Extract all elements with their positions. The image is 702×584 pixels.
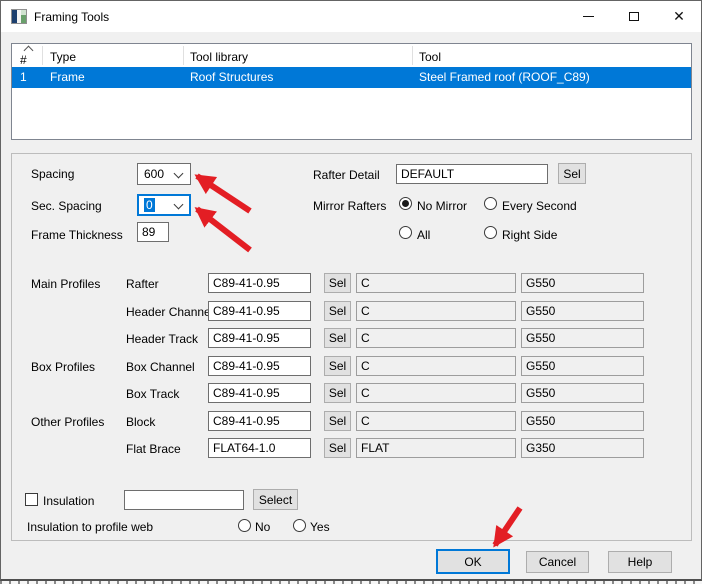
profile-shape-field[interactable] bbox=[356, 411, 516, 431]
radio-right-side-label: Right Side bbox=[502, 228, 557, 242]
radio-every-second-label: Every Second bbox=[502, 199, 577, 213]
radio-no-mirror[interactable] bbox=[399, 197, 412, 210]
profile-sel-button[interactable]: Sel bbox=[324, 411, 351, 431]
profile-sel-button[interactable]: Sel bbox=[324, 301, 351, 321]
tool-list-header: # Type Tool library Tool bbox=[12, 44, 691, 67]
ok-button[interactable]: OK bbox=[436, 549, 510, 574]
sec-spacing-value: 0 bbox=[144, 198, 155, 212]
profile-sel-button[interactable]: Sel bbox=[324, 356, 351, 376]
group-label-box-profiles: Box Profiles bbox=[31, 360, 95, 374]
column-divider bbox=[42, 46, 43, 65]
column-divider bbox=[412, 46, 413, 65]
minimize-icon bbox=[583, 16, 594, 17]
radio-every-second[interactable] bbox=[484, 197, 497, 210]
chevron-down-icon bbox=[174, 169, 184, 179]
profile-row-label: Box Track bbox=[126, 387, 179, 401]
profile-row-label: Box Channel bbox=[126, 360, 195, 374]
frame-thickness-label: Frame Thickness bbox=[31, 228, 123, 242]
column-header-num[interactable]: # bbox=[20, 53, 27, 67]
profile-row-label: Header Channel bbox=[126, 305, 213, 319]
sec-spacing-label: Sec. Spacing bbox=[31, 199, 102, 213]
profile-grade-field[interactable] bbox=[521, 411, 644, 431]
chevron-down-icon bbox=[174, 200, 184, 210]
title-bar[interactable]: Framing Tools ✕ bbox=[1, 1, 701, 32]
insulation-checkbox[interactable] bbox=[25, 493, 38, 506]
profile-row-label: Rafter bbox=[126, 277, 159, 291]
profile-shape-field[interactable] bbox=[356, 301, 516, 321]
radio-right-side[interactable] bbox=[484, 226, 497, 239]
profile-field[interactable] bbox=[208, 438, 311, 458]
column-header-type[interactable]: Type bbox=[50, 50, 76, 64]
profile-field[interactable] bbox=[208, 328, 311, 348]
rafter-detail-field[interactable] bbox=[396, 164, 548, 184]
profile-shape-field[interactable] bbox=[356, 328, 516, 348]
dialog-window: Framing Tools ✕ # Type Tool library Tool… bbox=[0, 0, 702, 581]
profile-row-label: Block bbox=[126, 415, 155, 429]
profile-grade-field[interactable] bbox=[521, 438, 644, 458]
profile-shape-field[interactable] bbox=[356, 438, 516, 458]
radio-all[interactable] bbox=[399, 226, 412, 239]
profile-grade-field[interactable] bbox=[521, 301, 644, 321]
column-divider bbox=[183, 46, 184, 65]
framing-tools-dialog: Framing Tools ✕ # Type Tool library Tool… bbox=[0, 0, 702, 584]
insulation-field[interactable] bbox=[124, 490, 244, 510]
profile-row-label: Header Track bbox=[126, 332, 198, 346]
profile-shape-field[interactable] bbox=[356, 273, 516, 293]
profile-shape-field[interactable] bbox=[356, 383, 516, 403]
maximize-icon bbox=[629, 12, 639, 21]
rafter-detail-label: Rafter Detail bbox=[313, 168, 380, 182]
radio-all-label: All bbox=[417, 228, 430, 242]
profile-grade-field[interactable] bbox=[521, 328, 644, 348]
group-label-other-profiles: Other Profiles bbox=[31, 415, 104, 429]
table-row[interactable]: 1 Frame Roof Structures Steel Framed roo… bbox=[12, 67, 691, 88]
profile-grade-field[interactable] bbox=[521, 273, 644, 293]
window-title: Framing Tools bbox=[34, 10, 109, 24]
insulation-select-button[interactable]: Select bbox=[253, 489, 298, 510]
profile-grade-field[interactable] bbox=[521, 356, 644, 376]
profile-field[interactable] bbox=[208, 356, 311, 376]
frame-thickness-field[interactable] bbox=[137, 222, 169, 242]
radio-web-yes-label: Yes bbox=[310, 520, 330, 534]
column-header-library[interactable]: Tool library bbox=[190, 50, 248, 64]
insulation-web-label: Insulation to profile web bbox=[27, 520, 153, 534]
group-label-main-profiles: Main Profiles bbox=[31, 277, 100, 291]
cell-library: Roof Structures bbox=[190, 70, 273, 84]
profile-field[interactable] bbox=[208, 411, 311, 431]
profile-field[interactable] bbox=[208, 301, 311, 321]
insulation-label: Insulation bbox=[43, 494, 94, 508]
radio-web-yes[interactable] bbox=[293, 519, 306, 532]
profile-field[interactable] bbox=[208, 273, 311, 293]
radio-web-no[interactable] bbox=[238, 519, 251, 532]
cancel-button[interactable]: Cancel bbox=[526, 551, 589, 573]
cell-tool: Steel Framed roof (ROOF_C89) bbox=[419, 70, 590, 84]
profile-shape-field[interactable] bbox=[356, 356, 516, 376]
profile-field[interactable] bbox=[208, 383, 311, 403]
profile-sel-button[interactable]: Sel bbox=[324, 383, 351, 403]
sec-spacing-dropdown[interactable]: 0 bbox=[137, 194, 191, 216]
profile-sel-button[interactable]: Sel bbox=[324, 438, 351, 458]
minimize-button[interactable] bbox=[565, 1, 611, 32]
maximize-button[interactable] bbox=[611, 1, 657, 32]
tool-list: # Type Tool library Tool 1 Frame Roof St… bbox=[11, 43, 692, 140]
radio-web-no-label: No bbox=[255, 520, 270, 534]
column-header-tool[interactable]: Tool bbox=[419, 50, 441, 64]
profile-row-label: Flat Brace bbox=[126, 442, 181, 456]
cell-num: 1 bbox=[20, 70, 27, 84]
mirror-rafters-label: Mirror Rafters bbox=[313, 199, 386, 213]
radio-no-mirror-label: No Mirror bbox=[417, 199, 467, 213]
cell-type: Frame bbox=[50, 70, 85, 84]
app-icon bbox=[11, 9, 27, 24]
profile-sel-button[interactable]: Sel bbox=[324, 273, 351, 293]
close-icon: ✕ bbox=[673, 8, 685, 25]
profile-grade-field[interactable] bbox=[521, 383, 644, 403]
profile-sel-button[interactable]: Sel bbox=[324, 328, 351, 348]
rafter-detail-sel-button[interactable]: Sel bbox=[558, 163, 586, 184]
close-button[interactable]: ✕ bbox=[656, 1, 702, 32]
help-button[interactable]: Help bbox=[608, 551, 672, 573]
spacing-dropdown[interactable]: 600 bbox=[137, 163, 191, 185]
spacing-value: 600 bbox=[144, 167, 164, 181]
spacing-label: Spacing bbox=[31, 167, 74, 181]
